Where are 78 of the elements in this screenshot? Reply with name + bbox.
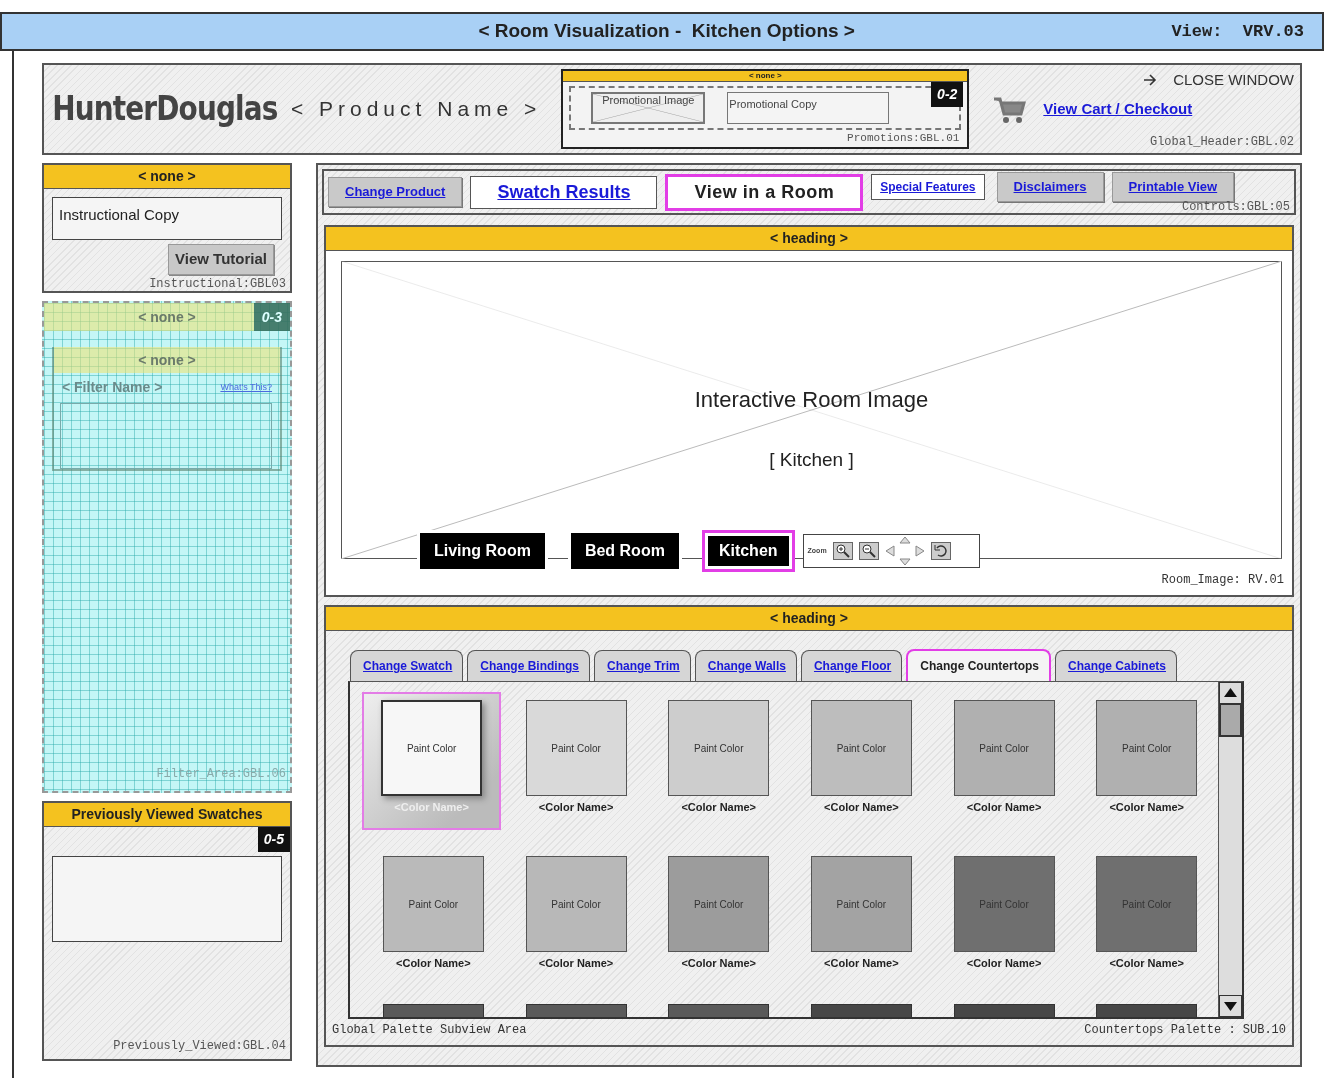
color-name: <Color Name> — [396, 956, 471, 971]
view-tutorial-button[interactable]: View Tutorial — [168, 244, 274, 275]
filter-heading: < none > — [138, 352, 196, 368]
color-name: <Color Name> — [966, 800, 1042, 815]
swatch[interactable]: Paint Color — [953, 700, 1055, 796]
palette-tab[interactable]: Change Trim — [594, 650, 691, 681]
nav-button[interactable]: View in a Room — [665, 173, 864, 211]
scroll-down-icon[interactable] — [1219, 995, 1242, 1017]
section-label: Countertops Palette : SUB.10 — [1084, 1023, 1286, 1037]
promotional-copy: Promotional Copy — [727, 92, 890, 124]
instructional-copy: Instructional Copy — [52, 197, 282, 240]
color-name: <Color Name> — [824, 800, 899, 815]
room-image-title: Interactive Room Image — [694, 386, 929, 414]
color-name: <Color Name> — [1109, 956, 1184, 971]
panel-heading: Previously Viewed Swatches — [44, 803, 290, 827]
section-label: Room_Image: RV.01 — [1160, 573, 1285, 587]
scroll-thumb[interactable] — [1219, 703, 1242, 737]
color-name: <Color Name> — [681, 956, 756, 971]
nav-button[interactable]: Disclaimers — [996, 172, 1104, 202]
palette-tab[interactable]: Change Swatch — [350, 650, 464, 681]
swatch[interactable]: Paint Color — [525, 856, 627, 952]
palette-tab[interactable]: Change Countertops — [906, 649, 1051, 681]
color-name: <Color Name> — [681, 800, 757, 815]
palette-tab[interactable]: Change Cabinets — [1054, 650, 1177, 681]
swatch[interactable]: Paint Color — [525, 700, 627, 796]
nav-button[interactable]: Printable View — [1111, 172, 1235, 202]
nav-button[interactable]: Swatch Results — [470, 175, 658, 209]
product-name: < Product Name > — [290, 96, 542, 122]
palette-tab[interactable]: Change Bindings — [467, 650, 591, 681]
view-code: View: VRV.03 — [1171, 20, 1305, 43]
room-name: [ Kitchen ] — [769, 448, 854, 472]
color-name: <Color Name> — [1109, 800, 1184, 815]
count-badge: 0-3 — [253, 303, 290, 331]
zoom-in-icon[interactable] — [832, 542, 853, 560]
panel-heading: < heading > — [326, 607, 1292, 631]
scroll-up-icon[interactable] — [1219, 682, 1242, 704]
swatch[interactable]: Paint Color — [810, 856, 912, 952]
cart-link[interactable]: View Cart / Checkout — [1043, 98, 1193, 121]
swatch[interactable]: Paint Color — [810, 700, 912, 796]
section-label: Global_Header:GBL.02 — [1149, 134, 1294, 151]
palette-tab[interactable]: Change Walls — [694, 650, 797, 681]
swatch[interactable]: Paint Color — [382, 856, 484, 952]
section-label: Promotions:GBL.01 — [846, 131, 961, 146]
scrollbar[interactable] — [1218, 682, 1242, 1017]
close-window-link[interactable]: CLOSE WINDOW — [1173, 69, 1294, 92]
color-name: <Color Name> — [538, 800, 614, 815]
room-tab[interactable]: Bed Room — [567, 530, 682, 572]
swatch[interactable]: Paint Color — [668, 700, 770, 796]
window-title: < Room Visualization - Kitchen Options > — [477, 19, 856, 44]
panel-heading: < none > — [44, 165, 290, 189]
count-badge: 0-2 — [931, 82, 964, 107]
swatch[interactable]: Paint Color — [668, 856, 770, 952]
nav-button[interactable]: Change Product — [328, 177, 463, 207]
color-name: <Color Name> — [824, 956, 899, 971]
panel-heading: < heading > — [326, 227, 1292, 251]
section-label: Instructional:GBL03 — [148, 275, 287, 293]
promotional-image: Promotional Image — [591, 92, 706, 124]
logo: HunterDouglas — [51, 87, 279, 130]
pan-arrows-icon[interactable] — [884, 536, 925, 566]
help-link[interactable]: What's This? — [220, 380, 272, 395]
promotions-heading: < none > — [563, 71, 968, 82]
count-badge: 0-5 — [257, 827, 290, 852]
room-tab[interactable]: Kitchen — [701, 530, 795, 572]
section-label: Previously_Viewed:GBL.04 — [112, 1038, 287, 1055]
panel-heading: < none > — [138, 309, 196, 325]
section-label: Global Palette Subview Area — [332, 1023, 527, 1037]
section-label: Controls:GBL:05 — [1181, 201, 1290, 213]
color-name: <Color Name> — [966, 956, 1042, 971]
cart-icon — [993, 95, 1028, 124]
swatch[interactable]: Paint Color — [381, 700, 483, 796]
zoom-out-icon[interactable] — [858, 542, 879, 560]
nav-button[interactable]: Special Features — [871, 174, 985, 200]
arrow-icon — [1143, 74, 1158, 87]
color-name: <Color Name> — [538, 956, 614, 971]
room-tab[interactable]: Living Room — [417, 530, 548, 572]
palette-tab[interactable]: Change Floor — [800, 650, 903, 681]
reset-icon[interactable] — [930, 542, 951, 560]
swatch[interactable]: Paint Color — [1096, 700, 1198, 796]
